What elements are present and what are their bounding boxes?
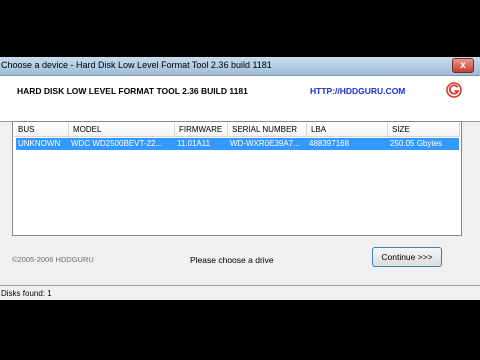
cell-serial-number: WD-WXR0E39A7... xyxy=(230,139,300,148)
status-bar: Disks found: 1 xyxy=(0,285,480,300)
window-title: Choose a device - Hard Disk Low Level Fo… xyxy=(1,60,272,70)
close-button[interactable]: x xyxy=(452,58,474,73)
cell-bus: UNKNOWN xyxy=(18,139,61,148)
copyright-text: ©2005-2006 HDDGURU xyxy=(12,255,94,264)
cell-size: 250.05 Gbytes xyxy=(390,139,443,148)
product-title: HARD DISK LOW LEVEL FORMAT TOOL 2.36 BUI… xyxy=(17,86,248,96)
cell-lba: 488397168 xyxy=(309,139,350,148)
device-row[interactable]: UNKNOWN WDC WD2500BEVT-22... 11.01A11 WD… xyxy=(16,138,459,150)
cell-firmware: 11.01A11 xyxy=(177,139,211,148)
column-header-bus[interactable]: BUS xyxy=(14,123,69,136)
header-banner xyxy=(0,76,480,122)
disks-found-status: Disks found: 1 xyxy=(1,289,52,298)
choose-drive-prompt: Please choose a drive xyxy=(190,255,274,265)
app-window: Choose a device - Hard Disk Low Level Fo… xyxy=(0,57,480,300)
website-link[interactable]: HTTP://HDDGURU.COM xyxy=(310,86,405,96)
continue-button[interactable]: Continue >>> xyxy=(372,247,442,267)
column-header-size[interactable]: SIZE xyxy=(388,123,460,136)
column-header-firmware[interactable]: FIRMWARE xyxy=(175,123,228,136)
column-header-serial-number[interactable]: SERIAL NUMBER xyxy=(228,123,307,136)
cell-model: WDC WD2500BEVT-22... xyxy=(71,139,163,148)
list-header: BUS MODEL FIRMWARE SERIAL NUMBER LBA SIZ… xyxy=(14,123,460,137)
hddguru-logo-icon xyxy=(446,82,462,98)
device-list[interactable]: BUS MODEL FIRMWARE SERIAL NUMBER LBA SIZ… xyxy=(12,121,462,236)
column-header-lba[interactable]: LBA xyxy=(307,123,388,136)
column-header-model[interactable]: MODEL xyxy=(69,123,175,136)
title-bar[interactable]: Choose a device - Hard Disk Low Level Fo… xyxy=(0,57,480,76)
